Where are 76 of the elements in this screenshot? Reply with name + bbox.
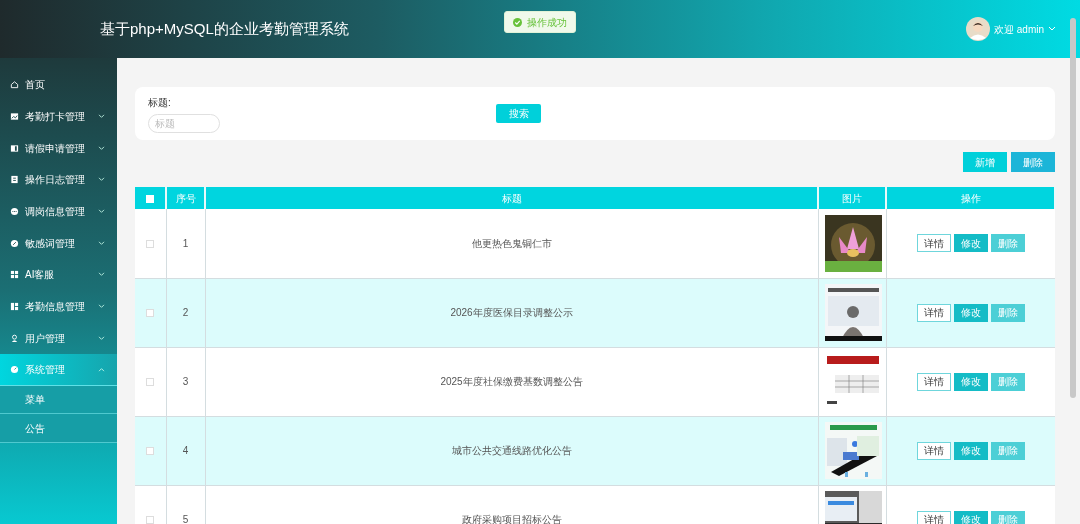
- sidebar-item[interactable]: AI客服: [0, 259, 117, 291]
- column-header: 操作: [886, 187, 1055, 209]
- chevron-down-icon: [98, 272, 105, 278]
- delete-button[interactable]: 删除: [990, 441, 1025, 460]
- title-search-field[interactable]: 标题: [148, 113, 220, 133]
- chevron-down-icon[interactable]: [1048, 26, 1056, 32]
- gauge-icon: [10, 365, 19, 375]
- edit-button[interactable]: 修改: [953, 372, 988, 391]
- sidebar-subitem[interactable]: 公告: [0, 414, 117, 443]
- grid-icon: [10, 302, 19, 312]
- delete-button[interactable]: 删除: [990, 234, 1025, 253]
- row-number: 1: [182, 237, 189, 249]
- delete-button[interactable]: 删除: [1011, 152, 1055, 172]
- row-checkbox[interactable]: [146, 309, 155, 318]
- chevron-down-icon: [98, 209, 105, 215]
- sidebar-subitem[interactable]: 菜单: [0, 385, 117, 415]
- app-title: 基于php+MySQL的企业考勤管理系统: [100, 18, 349, 39]
- row-number: 5: [182, 514, 189, 524]
- check-circle-icon: [513, 17, 522, 27]
- delete-button[interactable]: 删除: [990, 372, 1025, 391]
- chat-icon: [10, 207, 19, 217]
- edit-button[interactable]: 修改: [953, 303, 988, 322]
- column-header: 图片: [818, 187, 886, 209]
- column-header: 标题: [205, 187, 818, 209]
- home-icon: [10, 80, 19, 90]
- grid-icon: [10, 270, 19, 280]
- notice-title: 2026年度医保目录调整公示: [450, 307, 573, 318]
- edit-button[interactable]: 修改: [953, 510, 988, 524]
- row-checkbox[interactable]: [146, 447, 155, 456]
- field-label: 标题:: [148, 95, 172, 110]
- chevron-down-icon: [98, 114, 105, 120]
- row-checkbox[interactable]: [146, 378, 155, 387]
- chevron-down-icon: [98, 304, 105, 310]
- chevron-down-icon: [98, 335, 105, 341]
- chevron-down-icon: [98, 240, 105, 246]
- sidebar-item[interactable]: 系统管理: [0, 354, 117, 386]
- row-number: 3: [182, 376, 189, 387]
- details-button[interactable]: 详情: [916, 510, 951, 524]
- details-button[interactable]: 详情: [916, 234, 951, 253]
- select-all-checkbox[interactable]: [146, 194, 154, 203]
- row-number: 4: [182, 445, 189, 456]
- sidebar-item[interactable]: 敏感词管理: [0, 227, 117, 260]
- details-button[interactable]: 详情: [916, 372, 951, 391]
- row-checkbox[interactable]: [146, 240, 155, 249]
- sidebar-item[interactable]: 首页: [0, 69, 117, 101]
- delete-button[interactable]: 删除: [990, 510, 1025, 524]
- scrollbar[interactable]: [1070, 18, 1076, 398]
- chevron-down-icon: [98, 177, 105, 183]
- notice-title: 城市公共交通线路优化公告: [451, 445, 572, 456]
- add-button[interactable]: 新增: [963, 152, 1007, 172]
- sidebar-item[interactable]: 用户管理: [0, 322, 117, 355]
- notice-title: 他更热色鬼铜仁市: [471, 237, 552, 249]
- sidebar-item[interactable]: 操作日志管理: [0, 164, 117, 196]
- user-icon: [10, 333, 19, 343]
- details-button[interactable]: 详情: [916, 441, 951, 460]
- sidebar-item[interactable]: 调岗信息管理: [0, 195, 117, 228]
- notice-title: 2025年度社保缴费基数调整公告: [440, 376, 583, 387]
- sidebar-item[interactable]: 考勤打卡管理: [0, 100, 117, 133]
- delete-button[interactable]: 删除: [990, 303, 1025, 322]
- row-number: 2: [182, 307, 189, 318]
- edit-button[interactable]: 修改: [953, 234, 988, 253]
- avatar-icon[interactable]: [966, 17, 990, 41]
- details-button[interactable]: 详情: [916, 303, 951, 322]
- toast-message: 操作成功: [527, 15, 567, 30]
- sidebar-item[interactable]: 请假申请管理: [0, 132, 117, 165]
- search-button[interactable]: 搜索: [496, 104, 541, 123]
- sidebar-item[interactable]: 考勤信息管理: [0, 290, 117, 323]
- column-header: 序号: [166, 187, 205, 209]
- document-icon: [10, 175, 19, 185]
- picture-icon: [10, 112, 19, 122]
- row-checkbox[interactable]: [146, 516, 155, 524]
- chevron-up-icon: [98, 367, 105, 373]
- edit-button[interactable]: 修改: [953, 441, 988, 460]
- user-greeting[interactable]: 欢迎 admin: [994, 21, 1044, 37]
- notice-title: 政府采购项目招标公告: [461, 514, 562, 524]
- chevron-down-icon: [98, 145, 105, 151]
